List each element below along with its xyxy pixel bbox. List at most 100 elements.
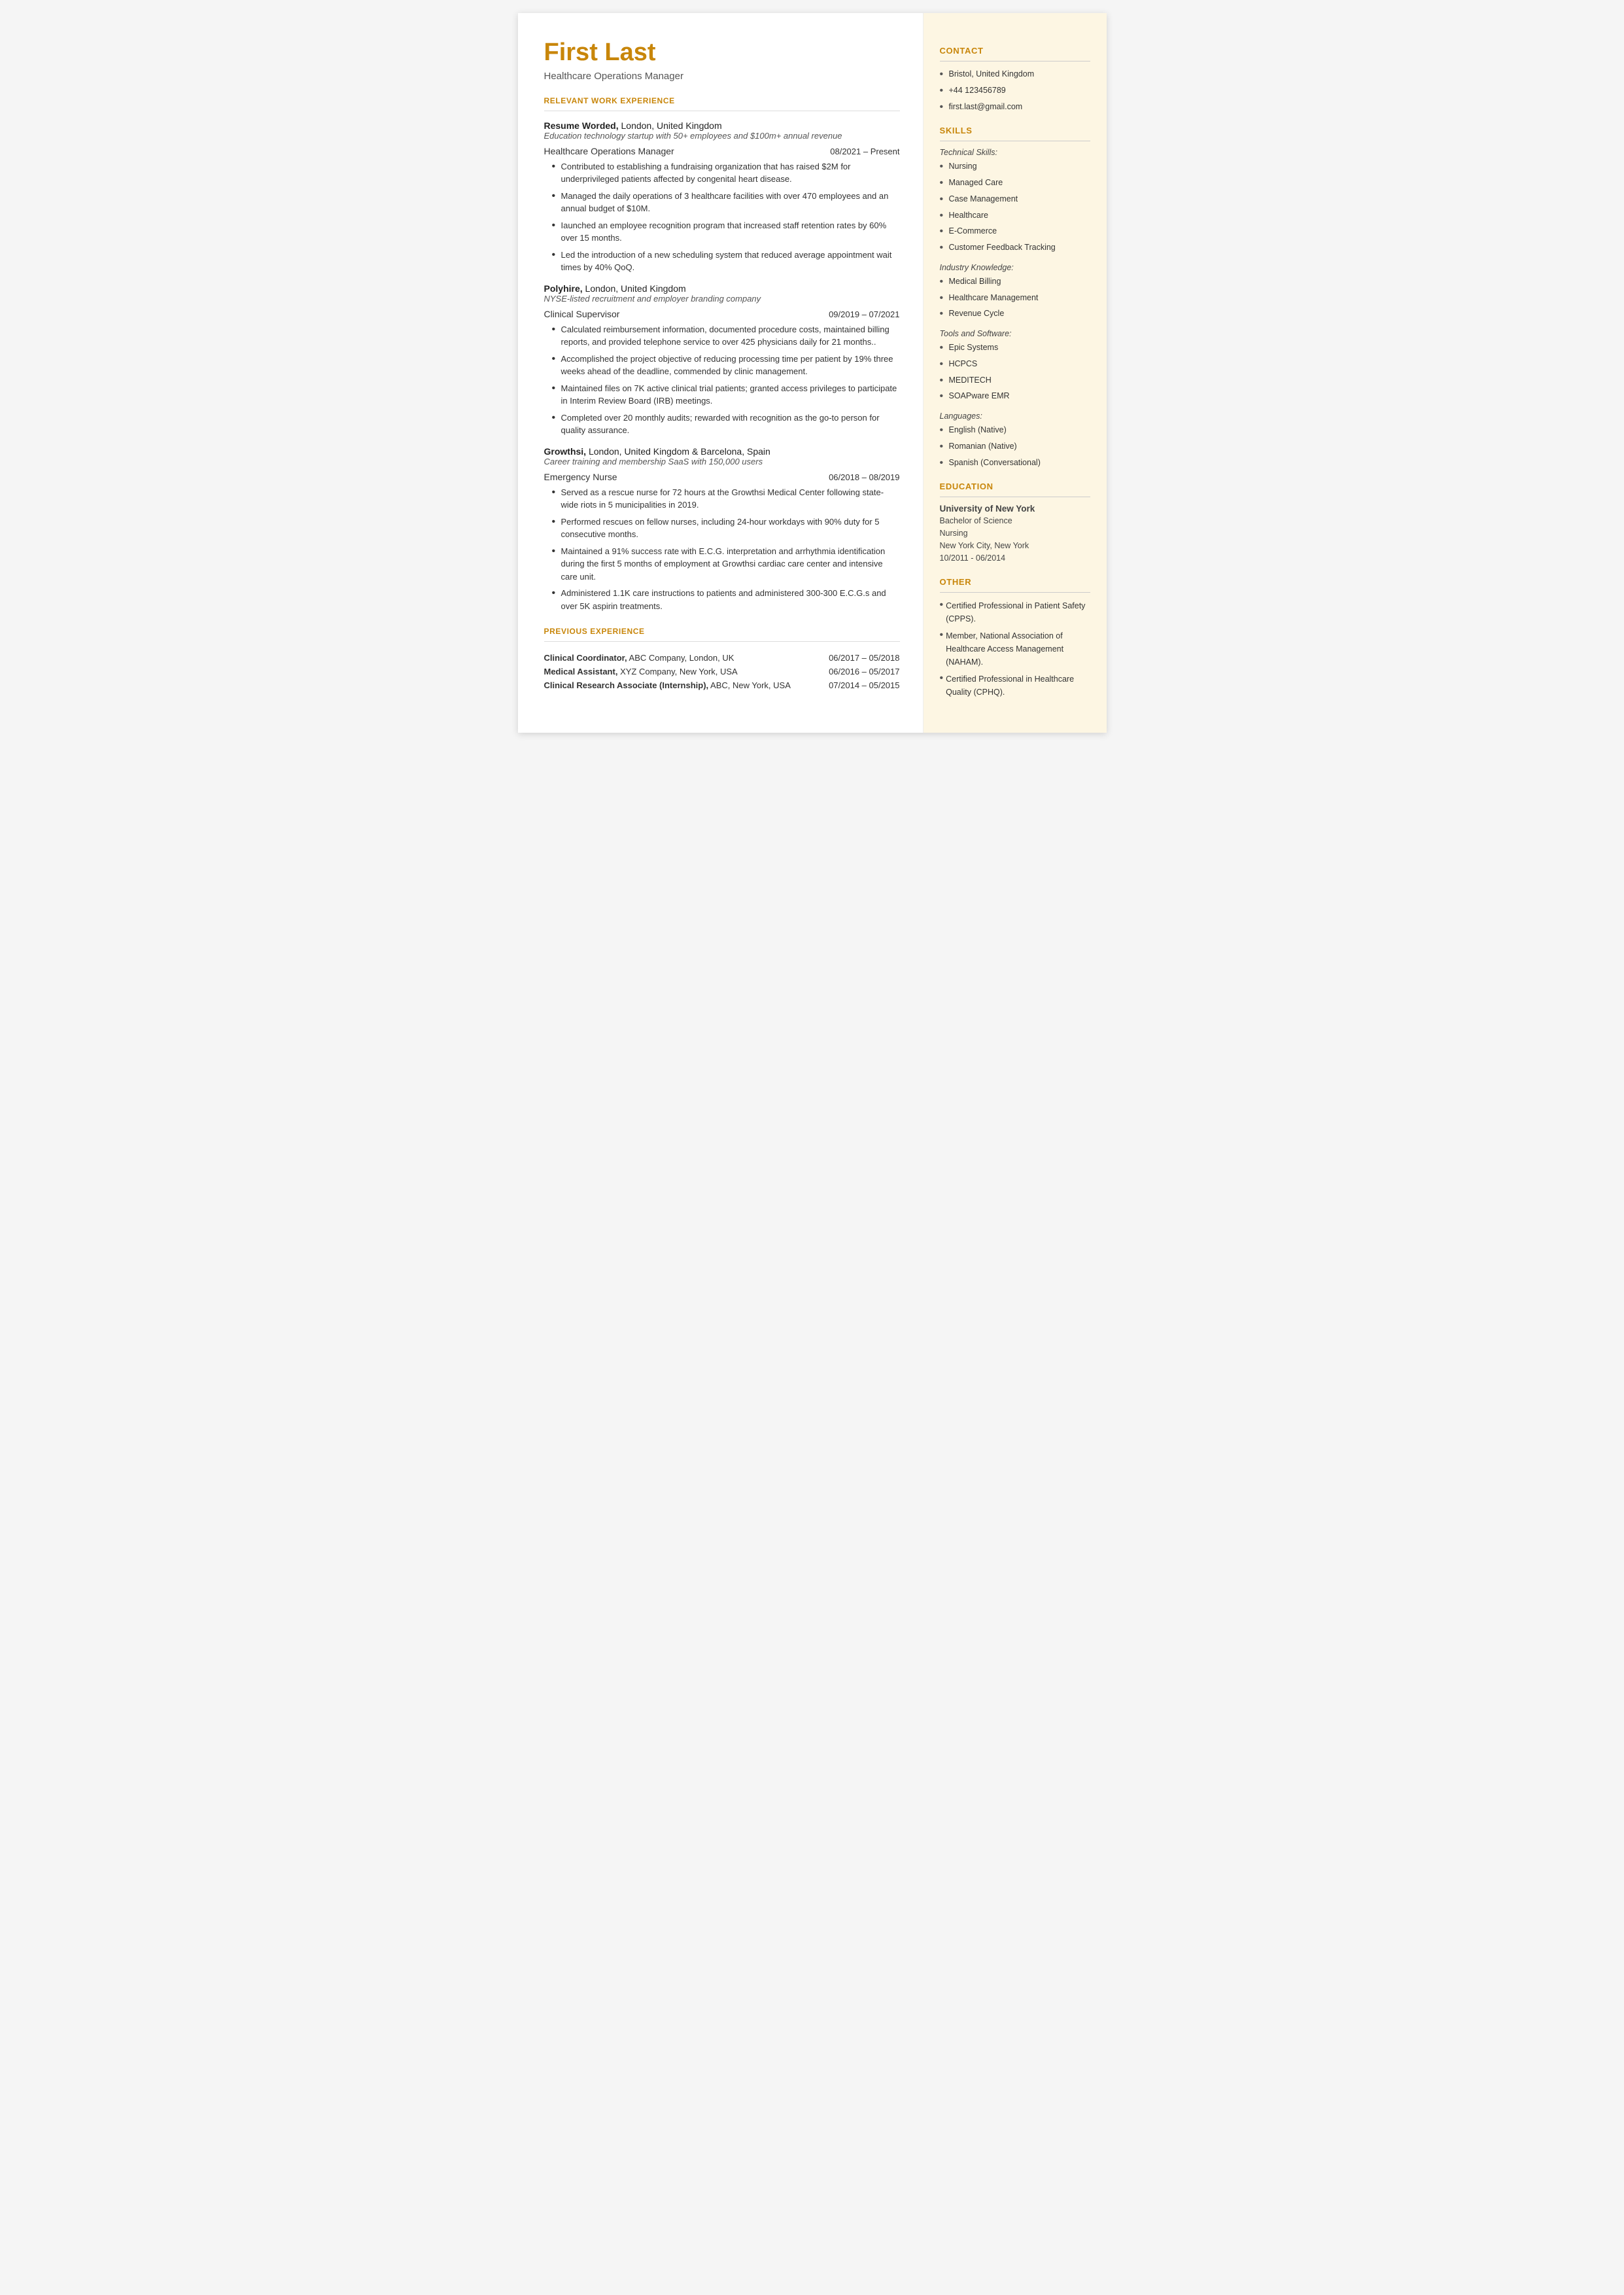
employer-rest-2: London, United Kingdom: [583, 283, 686, 294]
bullet-2-3: Maintained files on 7K active clinical t…: [552, 382, 900, 408]
employer-desc-2: NYSE-listed recruitment and employer bra…: [544, 294, 900, 304]
job-title-3: Emergency Nurse: [544, 472, 617, 482]
other-text-1: Certified Professional in Patient Safety…: [946, 599, 1090, 625]
bullet-1-4: Led the introduction of a new scheduling…: [552, 249, 900, 274]
language-3: Spanish (Conversational): [940, 457, 1090, 469]
prev-exp-title-2: Medical Assistant, XYZ Company, New York…: [544, 665, 810, 678]
industry-skill-3: Revenue Cycle: [940, 307, 1090, 320]
job-title-2: Clinical Supervisor: [544, 309, 620, 319]
other-items: • Certified Professional in Patient Safe…: [940, 599, 1090, 699]
bullet-1-3: Iaunched an employee recognition program…: [552, 219, 900, 245]
bullet-3-2: Performed rescues on fellow nurses, incl…: [552, 516, 900, 541]
bullet-3-3: Maintained a 91% success rate with E.C.G…: [552, 545, 900, 584]
job-header-2: Clinical Supervisor 09/2019 – 07/2021: [544, 309, 900, 319]
divider-previous-exp: [544, 641, 900, 642]
employer-block-2: Polyhire, London, United Kingdom NYSE-li…: [544, 283, 900, 437]
tool-skill-4: SOAPware EMR: [940, 390, 1090, 402]
edu-field: Nursing: [940, 527, 1090, 540]
tool-skill-2: HCPCS: [940, 358, 1090, 370]
candidate-title: Healthcare Operations Manager: [544, 71, 900, 82]
education-section-title: EDUCATION: [940, 482, 1090, 491]
tech-skill-2: Managed Care: [940, 177, 1090, 189]
left-column: First Last Healthcare Operations Manager…: [518, 13, 924, 733]
bullet-list-1: Contributed to establishing a fundraisin…: [544, 160, 900, 274]
tech-skill-3: Case Management: [940, 193, 1090, 205]
industry-skills-list: Medical Billing Healthcare Management Re…: [940, 275, 1090, 320]
tools-skills-label: Tools and Software:: [940, 329, 1090, 338]
skills-section-title: SKILLS: [940, 126, 1090, 135]
right-column: CONTACT Bristol, United Kingdom +44 1234…: [924, 13, 1107, 733]
tools-skills-list: Epic Systems HCPCS MEDITECH SOAPware EMR: [940, 342, 1090, 402]
other-text-2: Member, National Association of Healthca…: [946, 629, 1090, 669]
languages-label: Languages:: [940, 412, 1090, 421]
bullet-3-4: Administered 1.1K care instructions to p…: [552, 587, 900, 612]
contact-item-3: first.last@gmail.com: [940, 101, 1090, 113]
employer-name-3: Growthsi, London, United Kingdom & Barce…: [544, 446, 900, 457]
edu-location: New York City, New York: [940, 540, 1090, 552]
resume-container: First Last Healthcare Operations Manager…: [518, 13, 1107, 733]
employer-desc-3: Career training and membership SaaS with…: [544, 457, 900, 466]
technical-skills-label: Technical Skills:: [940, 148, 1090, 157]
prev-exp-title-1: Clinical Coordinator, ABC Company, Londo…: [544, 651, 810, 665]
prev-exp-dates-2: 06/2016 – 05/2017: [809, 665, 899, 678]
bullet-1-1: Contributed to establishing a fundraisin…: [552, 160, 900, 186]
bullet-2-4: Completed over 20 monthly audits; reward…: [552, 412, 900, 437]
prev-exp-dates-3: 07/2014 – 05/2015: [809, 678, 899, 692]
other-item-3: • Certified Professional in Healthcare Q…: [940, 673, 1090, 699]
employer-bold-1: Resume Worded,: [544, 120, 619, 131]
bullet-2-1: Calculated reimbursement information, do…: [552, 323, 900, 349]
tech-skill-5: E-Commerce: [940, 225, 1090, 237]
employer-rest-3: London, United Kingdom & Barcelona, Spai…: [586, 446, 770, 457]
job-title-1: Healthcare Operations Manager: [544, 146, 674, 156]
industry-skills-label: Industry Knowledge:: [940, 263, 1090, 272]
bullet-list-3: Served as a rescue nurse for 72 hours at…: [544, 486, 900, 613]
other-item-1: • Certified Professional in Patient Safe…: [940, 599, 1090, 625]
other-section-title: OTHER: [940, 577, 1090, 587]
edu-school: University of New York: [940, 504, 1090, 514]
candidate-name: First Last: [544, 39, 900, 67]
prev-exp-row-3: Clinical Research Associate (Internship)…: [544, 678, 900, 692]
divider-other: [940, 592, 1090, 593]
language-1: English (Native): [940, 424, 1090, 436]
job-header-1: Healthcare Operations Manager 08/2021 – …: [544, 146, 900, 156]
employer-name-2: Polyhire, London, United Kingdom: [544, 283, 900, 294]
employer-bold-3: Growthsi,: [544, 446, 587, 457]
tech-skill-1: Nursing: [940, 160, 1090, 173]
job-dates-2: 09/2019 – 07/2021: [829, 309, 899, 319]
contact-section-title: CONTACT: [940, 46, 1090, 56]
previous-exp-section-title: PREVIOUS EXPERIENCE: [544, 627, 900, 636]
languages-list: English (Native) Romanian (Native) Spani…: [940, 424, 1090, 468]
prev-exp-dates-1: 06/2017 – 05/2018: [809, 651, 899, 665]
tool-skill-1: Epic Systems: [940, 342, 1090, 354]
edu-degree: Bachelor of Science: [940, 515, 1090, 527]
previous-exp-table: Clinical Coordinator, ABC Company, Londo…: [544, 651, 900, 692]
job-dates-1: 08/2021 – Present: [830, 147, 899, 156]
bullet-2-2: Accomplished the project objective of re…: [552, 353, 900, 378]
bullet-3-1: Served as a rescue nurse for 72 hours at…: [552, 486, 900, 512]
bullet-list-2: Calculated reimbursement information, do…: [544, 323, 900, 437]
contact-list: Bristol, United Kingdom +44 123456789 fi…: [940, 68, 1090, 113]
other-item-2: • Member, National Association of Health…: [940, 629, 1090, 669]
relevant-work-section-title: RELEVANT WORK EXPERIENCE: [544, 96, 900, 105]
technical-skills-list: Nursing Managed Care Case Management Hea…: [940, 160, 1090, 254]
contact-item-2: +44 123456789: [940, 84, 1090, 97]
job-header-3: Emergency Nurse 06/2018 – 08/2019: [544, 472, 900, 482]
tech-skill-4: Healthcare: [940, 209, 1090, 222]
industry-skill-2: Healthcare Management: [940, 292, 1090, 304]
employer-name-1: Resume Worded, London, United Kingdom: [544, 120, 900, 131]
edu-dates: 10/2011 - 06/2014: [940, 552, 1090, 565]
prev-exp-row-1: Clinical Coordinator, ABC Company, Londo…: [544, 651, 900, 665]
employer-block-3: Growthsi, London, United Kingdom & Barce…: [544, 446, 900, 613]
employer-block-1: Resume Worded, London, United Kingdom Ed…: [544, 120, 900, 274]
tool-skill-3: MEDITECH: [940, 374, 1090, 387]
employer-bold-2: Polyhire,: [544, 283, 583, 294]
employer-desc-1: Education technology startup with 50+ em…: [544, 131, 900, 141]
employer-rest-1: London, United Kingdom: [619, 120, 722, 131]
other-text-3: Certified Professional in Healthcare Qua…: [946, 673, 1090, 699]
tech-skill-6: Customer Feedback Tracking: [940, 241, 1090, 254]
industry-skill-1: Medical Billing: [940, 275, 1090, 288]
prev-exp-row-2: Medical Assistant, XYZ Company, New York…: [544, 665, 900, 678]
prev-exp-title-3: Clinical Research Associate (Internship)…: [544, 678, 810, 692]
language-2: Romanian (Native): [940, 440, 1090, 453]
bullet-1-2: Managed the daily operations of 3 health…: [552, 190, 900, 215]
